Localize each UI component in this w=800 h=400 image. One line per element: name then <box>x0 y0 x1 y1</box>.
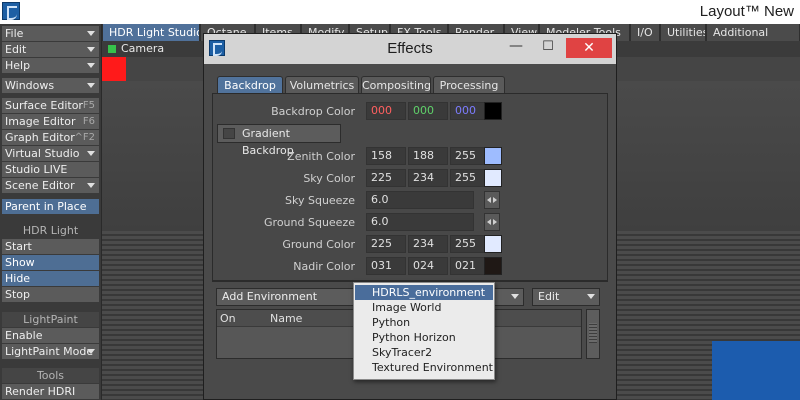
sky-color-green-field[interactable]: 234 <box>408 169 448 187</box>
graph-editor-button[interactable]: Graph Editor ^F2 <box>2 130 99 145</box>
zenith-color-green-field[interactable]: 188 <box>408 147 448 165</box>
nadir-color-swatch[interactable] <box>484 257 502 275</box>
tab-hdr-light-studio[interactable]: HDR Light Studio <box>103 24 200 41</box>
start-button[interactable]: Start <box>2 239 99 254</box>
help-menu[interactable]: Help <box>2 58 99 73</box>
edit-select[interactable]: Edit <box>532 288 600 306</box>
menu-item-hdrls-environment[interactable]: HDRLS_environment <box>355 285 493 300</box>
ground-color-green-field[interactable]: 234 <box>408 235 448 253</box>
menu-item-python[interactable]: Python <box>355 315 493 330</box>
backdrop-color-green-field[interactable]: 000 <box>408 102 448 120</box>
backdrop-color-red-field[interactable]: 000 <box>366 102 406 120</box>
backdrop-panel: Backdrop Color 000 000 000 Gradient Back… <box>212 93 608 281</box>
ground-squeeze-label: Ground Squeeze <box>264 216 355 229</box>
edit-menu[interactable]: Edit <box>2 42 99 57</box>
sky-color-swatch[interactable] <box>484 169 502 187</box>
minimize-icon[interactable]: — <box>502 38 530 58</box>
effects-tabs: Backdrop Volumetrics Compositing Process… <box>212 76 608 94</box>
surface-editor-button[interactable]: Surface Editor F5 <box>2 98 99 113</box>
tab-volumetrics[interactable]: Volumetrics <box>285 76 359 94</box>
ground-squeeze-stepper-icon[interactable] <box>484 213 500 231</box>
scene-editor-menu[interactable]: Scene Editor <box>2 178 99 193</box>
camera-icon <box>108 45 116 53</box>
image-editor-label: Image Editor <box>5 115 76 128</box>
surface-editor-label: Surface Editor <box>5 99 83 112</box>
left-toolbar: File Edit Help Windows Surface Editor F5… <box>0 24 102 400</box>
show-button[interactable]: Show <box>2 255 99 270</box>
tab-compositing[interactable]: Compositing <box>361 76 431 94</box>
close-icon[interactable]: ✕ <box>566 38 612 58</box>
tab-backdrop[interactable]: Backdrop <box>217 76 283 94</box>
menu-item-image-world[interactable]: Image World <box>355 300 493 315</box>
ground-color-label: Ground Color <box>282 238 355 251</box>
file-menu[interactable]: File <box>2 26 99 41</box>
hdr-color-swatch <box>102 57 126 81</box>
backdrop-color-swatch[interactable] <box>484 102 502 120</box>
sky-color-label: Sky Color <box>303 172 355 185</box>
backdrop-color-label: Backdrop Color <box>271 105 355 118</box>
gradient-backdrop-checkbox <box>223 128 235 139</box>
viewport-view-label[interactable]: Camera <box>121 42 164 55</box>
hdr-light-studio-header: HDR Light Studio... <box>22 224 79 252</box>
menu-item-textured-environment[interactable]: Textured Environment <box>355 360 493 375</box>
nadir-color-label: Nadir Color <box>293 260 355 273</box>
image-editor-button[interactable]: Image Editor F6 <box>2 114 99 129</box>
lightpaint-mode-menu[interactable]: LightPaint Mode <box>2 344 99 359</box>
menu-item-skytracer2[interactable]: SkyTracer2 <box>355 345 493 360</box>
windows-menu[interactable]: Windows <box>2 78 99 93</box>
ground-squeeze-field[interactable]: 6.0 <box>366 213 474 231</box>
nadir-color-red-field[interactable]: 031 <box>366 257 406 275</box>
gradient-backdrop-toggle[interactable]: Gradient Backdrop <box>217 124 341 157</box>
viewport-water <box>712 341 800 400</box>
scrollbar-grip-icon[interactable] <box>589 323 597 343</box>
ground-color-swatch[interactable] <box>484 235 502 253</box>
sky-color-red-field[interactable]: 225 <box>366 169 406 187</box>
graph-editor-shortcut: ^F2 <box>74 132 96 143</box>
tab-io[interactable]: I/O <box>631 24 660 41</box>
enable-button[interactable]: Enable <box>2 328 99 343</box>
zenith-color-label: Zenith Color <box>287 150 355 163</box>
studio-live-button[interactable]: Studio LIVE <box>2 162 99 177</box>
column-on[interactable]: On <box>220 312 236 325</box>
ground-color-red-field[interactable]: 225 <box>366 235 406 253</box>
environment-dropdown-menu: HDRLS_environment Image World Python Pyt… <box>353 282 495 380</box>
stop-button[interactable]: Stop <box>2 287 99 302</box>
tab-processing[interactable]: Processing <box>433 76 505 94</box>
tab-additional[interactable]: Additional <box>707 24 800 41</box>
sky-squeeze-stepper-icon[interactable] <box>484 191 500 209</box>
maximize-icon[interactable]: ☐ <box>534 38 562 58</box>
image-editor-shortcut: F6 <box>82 116 95 127</box>
sky-squeeze-field[interactable]: 6.0 <box>366 191 474 209</box>
column-name[interactable]: Name <box>270 312 302 325</box>
window-title-bar: Layout™ New <box>0 0 800 24</box>
tab-utilities[interactable]: Utilities <box>661 24 706 41</box>
gradient-backdrop-label: Gradient Backdrop <box>242 127 294 157</box>
window-title: Layout™ New <box>699 3 794 20</box>
effects-dialog-title-bar[interactable]: Effects — ☐ ✕ <box>204 34 616 64</box>
graph-editor-label: Graph Editor <box>5 131 75 144</box>
tools-header: Tools <box>2 368 99 383</box>
render-hdri-button[interactable]: Render HDRI <box>2 384 99 399</box>
lightpaint-header: LightPaint <box>2 312 99 327</box>
nadir-color-green-field[interactable]: 024 <box>408 257 448 275</box>
lightwave-app-icon[interactable] <box>2 2 20 20</box>
parent-in-place-button[interactable]: Parent in Place <box>2 199 99 214</box>
zenith-color-swatch[interactable] <box>484 147 502 165</box>
surface-editor-shortcut: F5 <box>82 100 95 111</box>
virtual-studio-menu[interactable]: Virtual Studio <box>2 146 99 161</box>
zenith-color-red-field[interactable]: 158 <box>366 147 406 165</box>
sky-squeeze-label: Sky Squeeze <box>285 194 355 207</box>
menu-item-python-horizon[interactable]: Python Horizon <box>355 330 493 345</box>
environment-list-scrollbar[interactable] <box>586 309 600 359</box>
hide-button[interactable]: Hide <box>2 271 99 286</box>
